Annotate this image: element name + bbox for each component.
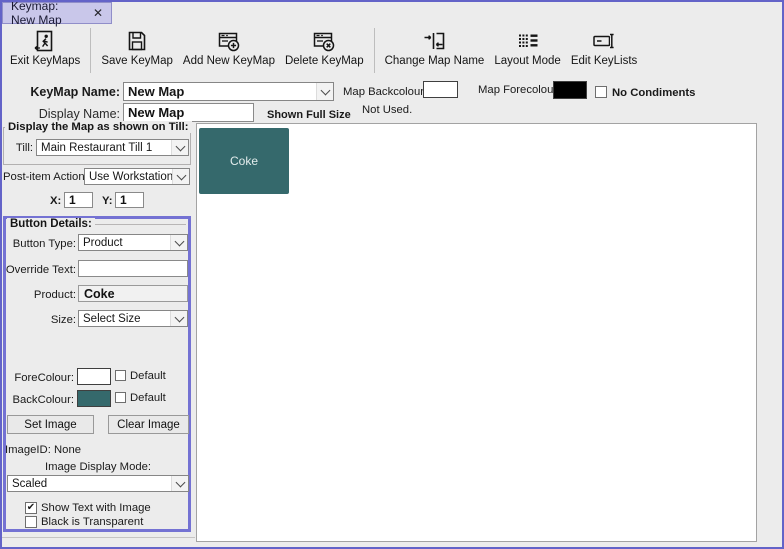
edit-keylists-button[interactable]: Edit KeyLists xyxy=(566,26,642,67)
product-value-box: Coke xyxy=(78,285,188,302)
add-new-keymap-button[interactable]: Add New KeyMap xyxy=(178,26,280,67)
post-item-action-label: Post-item Action: xyxy=(3,171,88,183)
backcolour-swatch[interactable] xyxy=(77,390,111,407)
toolbar-item-label: Save KeyMap xyxy=(101,55,173,67)
chevron-down-icon xyxy=(170,235,187,250)
toolbar-item-label: Exit KeyMaps xyxy=(10,55,80,67)
keymap-name-combobox[interactable]: New Map xyxy=(123,82,334,101)
keymap-name-value: New Map xyxy=(124,83,316,100)
forecolour-default-checkbox[interactable] xyxy=(115,370,126,381)
chevron-down-icon xyxy=(170,311,187,326)
not-used-label: Not Used. xyxy=(362,104,412,116)
till-value: Main Restaurant Till 1 xyxy=(37,140,171,155)
show-text-with-image-label: Show Text with Image xyxy=(41,502,151,514)
exit-icon xyxy=(33,29,57,53)
x-input[interactable] xyxy=(64,192,93,208)
button-type-value: Product xyxy=(79,235,170,250)
imageid-label: ImageID: xyxy=(5,444,51,456)
panel-bottom-divider xyxy=(2,537,195,538)
close-icon[interactable]: ✕ xyxy=(93,6,103,20)
map-button-coke[interactable]: Coke xyxy=(199,128,289,194)
toolbar: Exit KeyMaps Save KeyMap xyxy=(5,26,642,78)
till-label: Till: xyxy=(2,142,33,154)
button-type-label: Button Type: xyxy=(10,238,76,250)
delete-keymap-icon xyxy=(312,29,336,53)
checkmark: ✔ xyxy=(27,503,35,513)
backcolour-label: BackColour: xyxy=(6,394,74,406)
layout-mode-icon xyxy=(516,29,540,53)
chevron-down-icon xyxy=(171,140,188,155)
keymap-window: Keymap: New Map ✕ Exit KeyMaps xyxy=(0,0,784,549)
forecolour-default-label: Default xyxy=(130,370,166,382)
map-forecolour-label: Map Forecolour: xyxy=(478,84,560,96)
map-canvas[interactable]: Coke xyxy=(196,123,757,542)
black-is-transparent-checkbox[interactable] xyxy=(25,516,37,528)
no-condiments-checkbox[interactable] xyxy=(595,86,607,98)
chevron-down-icon xyxy=(171,476,188,491)
till-combobox[interactable]: Main Restaurant Till 1 xyxy=(36,139,189,156)
button-type-combobox[interactable]: Product xyxy=(78,234,188,251)
toolbar-item-label: Change Map Name xyxy=(385,55,485,67)
show-text-with-image-checkbox[interactable]: ✔ xyxy=(25,502,37,514)
backcolour-default-checkbox[interactable] xyxy=(115,392,126,403)
map-backcolour-label: Map Backcolour: xyxy=(343,86,427,98)
layout-mode-button[interactable]: Layout Mode xyxy=(489,26,566,67)
tab-keymap[interactable]: Keymap: New Map ✕ xyxy=(2,2,112,24)
y-label: Y: xyxy=(102,195,112,207)
toolbar-item-label: Add New KeyMap xyxy=(183,55,275,67)
toolbar-item-label: Layout Mode xyxy=(494,55,561,67)
no-condiments-label: No Condiments xyxy=(612,87,695,99)
size-value: Select Size xyxy=(79,311,170,326)
image-display-mode-combobox[interactable]: Scaled xyxy=(7,475,189,492)
tab-title: Keymap: New Map xyxy=(11,0,82,27)
override-text-input[interactable] xyxy=(78,260,188,277)
save-keymap-button[interactable]: Save KeyMap xyxy=(96,26,178,67)
product-label: Product: xyxy=(10,289,76,301)
image-display-mode-label: Image Display Mode: xyxy=(22,461,174,473)
x-label: X: xyxy=(50,195,61,207)
size-label: Size: xyxy=(10,314,76,326)
map-forecolour-swatch[interactable] xyxy=(553,81,587,99)
keymap-name-label: KeyMap Name: xyxy=(10,85,120,99)
change-map-name-button[interactable]: Change Map Name xyxy=(380,26,490,67)
toolbar-item-label: Edit KeyLists xyxy=(571,55,637,67)
toolbar-separator xyxy=(90,28,91,73)
shown-full-size-label: Shown Full Size xyxy=(267,109,351,121)
till-groupbox-title: Display the Map as shown on Till: xyxy=(5,121,192,133)
black-is-transparent-label: Black is Transparent xyxy=(41,516,143,528)
display-name-label: Display Name: xyxy=(10,107,120,121)
override-text-label: Override Text: xyxy=(4,264,76,276)
imageid-value: None xyxy=(54,444,81,456)
toolbar-separator xyxy=(374,28,375,73)
save-icon xyxy=(125,29,149,53)
edit-keylists-icon xyxy=(592,29,616,53)
image-display-mode-value: Scaled xyxy=(8,476,171,491)
delete-keymap-button[interactable]: Delete KeyMap xyxy=(280,26,369,67)
change-map-name-icon xyxy=(422,29,446,53)
post-item-action-value: Use Workstation xyxy=(85,169,172,184)
y-input[interactable] xyxy=(115,192,144,208)
map-backcolour-swatch[interactable] xyxy=(423,81,458,98)
forecolour-swatch[interactable] xyxy=(77,368,111,385)
chevron-down-icon xyxy=(172,169,189,184)
backcolour-default-label: Default xyxy=(130,392,166,404)
toolbar-item-label: Delete KeyMap xyxy=(285,55,364,67)
add-keymap-icon xyxy=(217,29,241,53)
chevron-down-icon xyxy=(316,83,333,100)
clear-image-button[interactable]: Clear Image xyxy=(108,415,189,434)
button-details-title: Button Details: xyxy=(7,218,95,230)
display-name-input[interactable] xyxy=(123,103,254,122)
size-combobox[interactable]: Select Size xyxy=(78,310,188,327)
set-image-button[interactable]: Set Image xyxy=(7,415,94,434)
forecolour-label: ForeColour: xyxy=(6,372,74,384)
post-item-action-combobox[interactable]: Use Workstation xyxy=(84,168,190,185)
exit-keymaps-button[interactable]: Exit KeyMaps xyxy=(5,26,85,67)
